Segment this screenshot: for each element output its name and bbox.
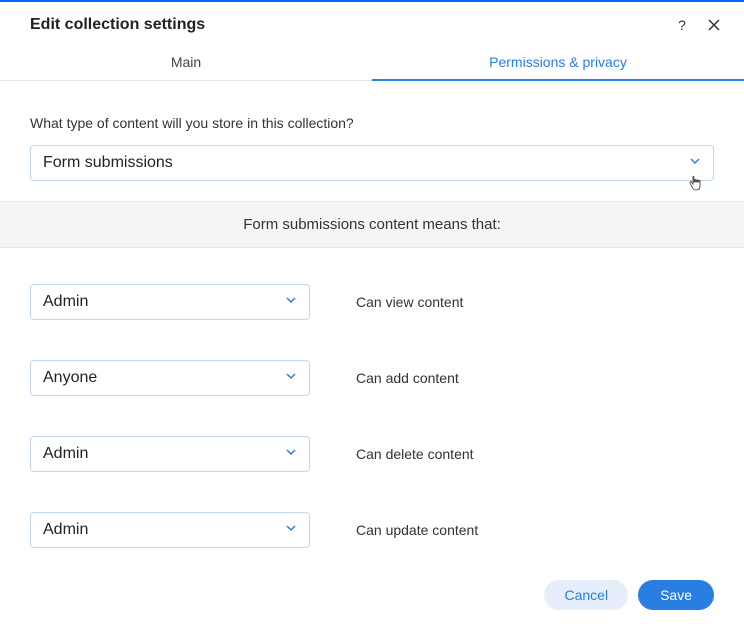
- tab-main[interactable]: Main: [0, 44, 372, 80]
- help-icon[interactable]: ?: [674, 17, 690, 33]
- content-type-select[interactable]: Form submissions: [30, 145, 714, 181]
- select-value: Admin: [43, 521, 88, 539]
- chevron-down-icon: [285, 293, 297, 311]
- permission-label: Can delete content: [356, 446, 474, 462]
- add-role-select[interactable]: Anyone: [30, 360, 310, 396]
- update-role-select[interactable]: Admin: [30, 512, 310, 548]
- header-icons: ?: [674, 17, 722, 33]
- permission-row-view: Admin Can view content: [30, 284, 714, 320]
- page-title: Edit collection settings: [30, 16, 205, 34]
- footer: Cancel Save: [0, 566, 744, 624]
- chevron-down-icon: [285, 445, 297, 463]
- cancel-button[interactable]: Cancel: [544, 580, 628, 610]
- close-icon[interactable]: [706, 17, 722, 33]
- permission-rows: Admin Can view content Anyone Can add co…: [30, 284, 714, 548]
- content-type-value: Form submissions: [43, 154, 173, 172]
- delete-role-select[interactable]: Admin: [30, 436, 310, 472]
- select-value: Admin: [43, 293, 88, 311]
- content-area: What type of content will you store in t…: [0, 81, 744, 548]
- permission-row-add: Anyone Can add content: [30, 360, 714, 396]
- select-value: Anyone: [43, 369, 97, 387]
- chevron-down-icon: [689, 154, 701, 172]
- tab-permissions[interactable]: Permissions & privacy: [372, 44, 744, 80]
- select-value: Admin: [43, 445, 88, 463]
- save-button[interactable]: Save: [638, 580, 714, 610]
- permission-row-delete: Admin Can delete content: [30, 436, 714, 472]
- permission-row-update: Admin Can update content: [30, 512, 714, 548]
- permission-label: Can view content: [356, 294, 463, 310]
- permission-label: Can update content: [356, 522, 478, 538]
- header: Edit collection settings ?: [0, 2, 744, 44]
- info-banner: Form submissions content means that:: [0, 201, 744, 248]
- tabs: Main Permissions & privacy: [0, 44, 744, 81]
- permission-label: Can add content: [356, 370, 459, 386]
- view-role-select[interactable]: Admin: [30, 284, 310, 320]
- chevron-down-icon: [285, 369, 297, 387]
- chevron-down-icon: [285, 521, 297, 539]
- content-type-question: What type of content will you store in t…: [30, 115, 714, 131]
